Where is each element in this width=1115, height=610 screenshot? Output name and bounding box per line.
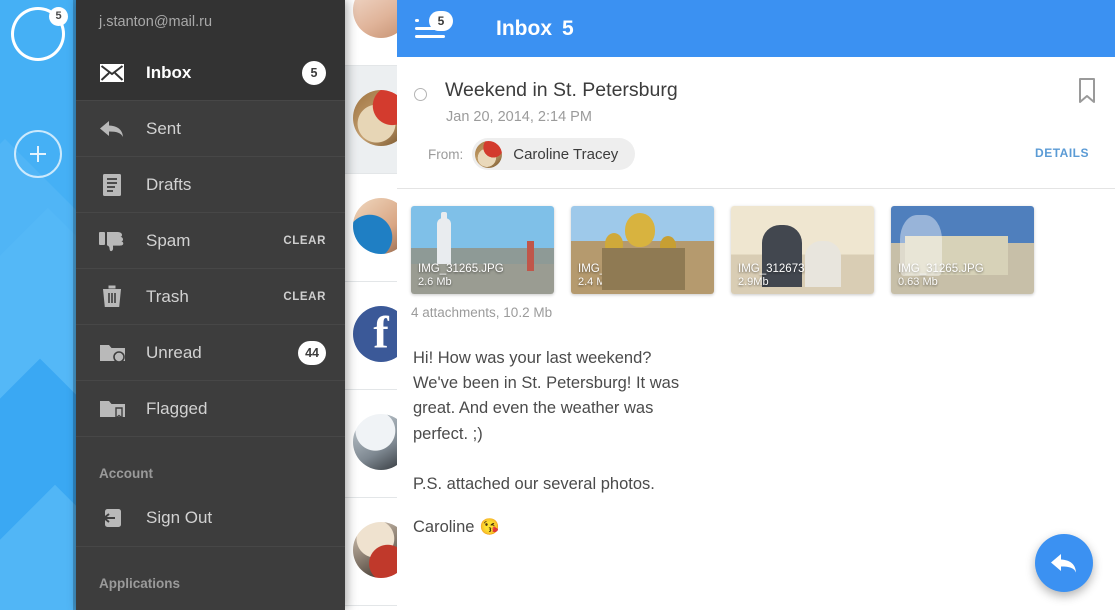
clear-trash-button[interactable]: CLEAR [283,291,326,303]
sidebar-item-drafts[interactable]: Drafts [76,156,345,212]
attachment-thumbnail[interactable]: IMG_312673.JPG 2.9Mb [731,206,874,294]
drawer-header[interactable]: j.stanton@mail.ru [76,0,345,44]
sidebar-item-label: Drafts [146,174,192,194]
navigation-drawer: j.stanton@mail.ru Inbox 5 Sent Drafts Sp… [76,0,345,610]
thumbs-down-icon [99,228,125,254]
app-bar: 5 Inbox 5 [397,0,1115,57]
sidebar-item-flagged[interactable]: Flagged [76,380,345,436]
page-title-count: 5 [562,16,574,40]
reply-button[interactable] [1035,534,1093,592]
reply-icon [1051,554,1076,573]
hamburger-menu-icon[interactable]: 5 [415,10,453,42]
subject-row: Weekend in St. Petersburg [414,79,1093,102]
attachment-size: 0.63 Mb [898,275,938,288]
unread-circle-icon[interactable] [414,88,427,101]
plus-icon [30,146,46,162]
sidebar-item-unread[interactable]: Unread 44 [76,324,345,380]
avatar [353,0,397,38]
avatar [14,70,62,118]
sidebar-item-label: Unread [146,342,202,362]
attachments-summary: 4 attachments, 10.2 Mb [411,305,553,320]
sidebar-item-spam[interactable]: Spam CLEAR [76,212,345,268]
attachments-area: IMG_31265.JPG 2.6 Mb IMG_312668.JPG 2.4 … [397,189,1115,320]
avatar [353,414,397,470]
attachment-filename: IMG_31265.JPG [898,262,984,275]
trash-icon [99,284,125,310]
account-avatar-2[interactable] [14,70,62,118]
list-item[interactable] [345,174,397,282]
attachment-filename: IMG_312673.JPG [738,262,831,275]
envelope-icon [99,60,125,86]
attachment-size: 2.6 Mb [418,275,452,288]
reply-arrow-icon [99,116,125,142]
account-rail: 5 [0,0,76,610]
menu-badge: 5 [429,10,453,31]
sign-out-icon [99,505,125,531]
sidebar-item-label: Flagged [146,398,208,418]
sidebar-item-trash[interactable]: Trash CLEAR [76,268,345,324]
list-item[interactable] [345,498,397,606]
folder-flag-icon [99,396,125,422]
sender-name: Caroline Tracey [513,145,619,163]
list-item[interactable] [345,66,397,174]
inbox-count-badge: 5 [302,60,326,85]
sender-chip[interactable]: Caroline Tracey [472,138,636,170]
attachment-meta: IMG_31265.JPG 2.6 Mb [418,262,504,289]
account-badge: 5 [49,7,68,26]
list-item[interactable] [345,0,397,66]
account-email: j.stanton@mail.ru [99,14,213,30]
folder-dot-icon [99,340,125,366]
kissing-emoji-icon: 😘 [479,519,500,537]
attachment-size: 2.4 Mb [578,275,612,288]
attachment-thumbnail[interactable]: IMG_31265.JPG 0.63 Mb [891,206,1034,294]
message-subject: Weekend in St. Petersburg [445,79,678,101]
mail-app-window: 5 5 Inbox 5 [0,0,1115,610]
clear-spam-button[interactable]: CLEAR [283,235,326,247]
document-icon [99,172,125,198]
attachment-thumbnail[interactable]: IMG_312668.JPG 2.4 Mb [571,206,714,294]
attachment-thumbnail[interactable]: IMG_31265.JPG 2.6 Mb [411,206,554,294]
list-item[interactable] [345,282,397,390]
message-date: Jan 20, 2014, 2:14 PM [446,109,592,125]
account-avatar-1[interactable]: 5 [14,7,68,58]
bookmark-icon[interactable] [1077,77,1097,109]
attachment-meta: IMG_312668.JPG 2.4 Mb [578,262,670,289]
sender-row: From: Caroline Tracey DETAILS [428,138,1093,170]
message-signature: Caroline 😘 [397,497,1115,537]
message-list[interactable] [345,0,397,610]
sidebar-item-sent[interactable]: Sent [76,100,345,156]
message-reader: Weekend in St. Petersburg Jan 20, 2014, … [397,57,1115,610]
page-title-text: Inbox [496,16,552,40]
avatar [475,140,503,168]
account-section-header: Account [76,436,345,490]
applications-section-header: Applications [76,546,345,600]
attachment-filename: IMG_31265.JPG [418,262,504,275]
attachment-size: 2.9Mb [738,275,769,288]
sidebar-item-sign-out[interactable]: Sign Out [76,490,345,546]
sidebar-item-label: Sign Out [146,508,213,527]
attachment-thumbnails: IMG_31265.JPG 2.6 Mb IMG_312668.JPG 2.4 … [411,206,1115,294]
unread-count-badge: 44 [298,340,326,365]
avatar [353,522,397,578]
message-header: Weekend in St. Petersburg Jan 20, 2014, … [397,57,1115,170]
sidebar-item-label: Trash [146,286,189,306]
message-body: Hi! How was your last weekend? We've bee… [413,349,680,494]
avatar [353,90,397,146]
avatar [353,306,397,362]
details-link[interactable]: DETAILS [1035,146,1089,160]
page-title: Inbox 5 [496,17,574,41]
attachment-meta: IMG_312673.JPG 2.9Mb [738,262,830,289]
sidebar-item-label: Inbox [146,62,192,82]
sidebar-item-inbox[interactable]: Inbox 5 [76,44,345,100]
signature-name: Caroline [413,518,475,537]
add-account-button[interactable] [14,130,62,178]
attachment-filename: IMG_312668.JPG [578,262,671,275]
avatar [353,198,397,254]
sidebar-item-label: Sent [146,118,181,138]
attachment-meta: IMG_31265.JPG 0.63 Mb [898,262,984,289]
list-item[interactable] [345,390,397,498]
sidebar-item-label: Spam [146,230,191,250]
from-label: From: [428,146,464,162]
